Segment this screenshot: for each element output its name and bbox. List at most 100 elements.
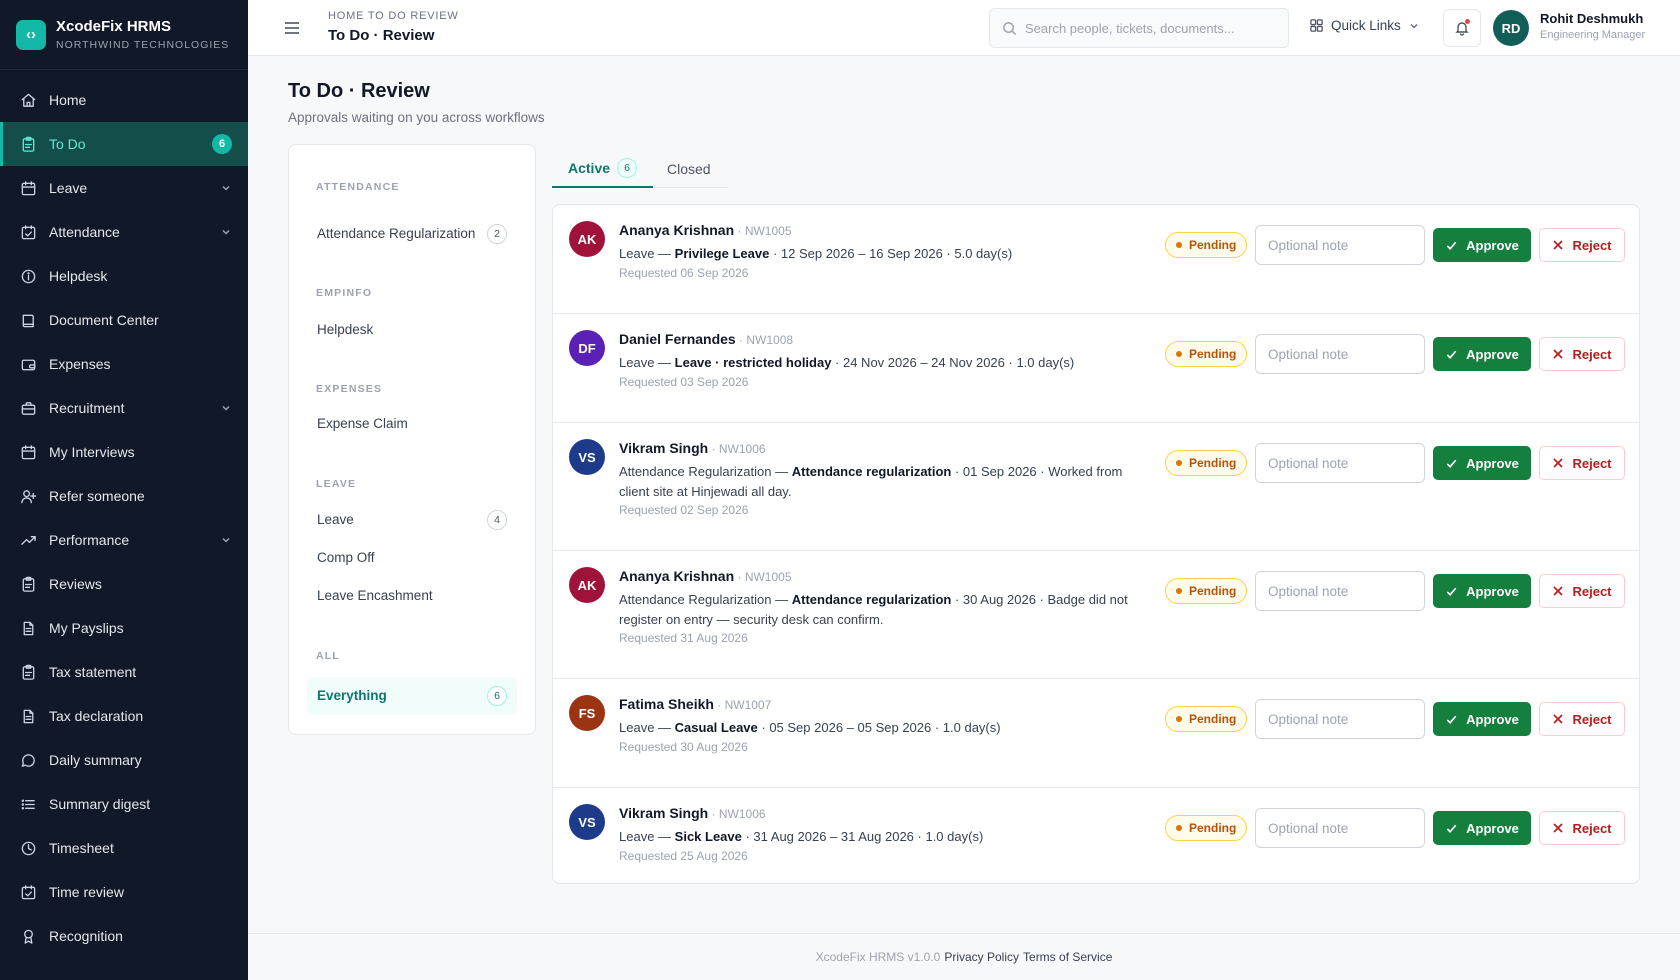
approve-label: Approve <box>1466 820 1519 836</box>
home-icon <box>19 91 37 109</box>
employee-id: NW1008 <box>746 333 794 347</box>
close-icon <box>1552 713 1564 725</box>
search-input[interactable] <box>1025 20 1265 36</box>
employee-name[interactable]: Vikram Singh · NW1006 <box>619 440 766 456</box>
sidebar-item-time-review[interactable]: Time review <box>0 870 248 914</box>
optional-note-input[interactable] <box>1255 571 1425 611</box>
request-detail: · 05 Sep 2026 – 05 Sep 2026 · 1.0 day(s) <box>757 720 1001 735</box>
status-badge: Pending <box>1165 232 1248 258</box>
sidebar-item-tax-declaration[interactable]: Tax declaration <box>0 694 248 738</box>
employee-name-text: Fatima Sheikh <box>619 696 714 712</box>
privacy-policy-link[interactable]: Privacy Policy <box>944 950 1019 964</box>
trending-up-icon <box>19 531 37 549</box>
request-type: Attendance Regularization <box>619 464 772 479</box>
chevron-down-icon <box>220 226 232 238</box>
request-description: Leave — Casual Leave · 05 Sep 2026 – 05 … <box>619 720 1001 735</box>
reject-button[interactable]: Reject <box>1539 811 1625 845</box>
reject-button[interactable]: Reject <box>1539 702 1625 736</box>
top-header: HOME TO DO REVIEW To Do · Review Quick L… <box>248 0 1680 56</box>
optional-note-input[interactable] <box>1255 225 1425 265</box>
sidebar-item-home[interactable]: Home <box>0 78 248 122</box>
menu-icon[interactable] <box>282 18 302 38</box>
approve-button[interactable]: Approve <box>1433 702 1531 736</box>
list-icon <box>19 795 37 813</box>
brand[interactable]: ‹› XcodeFix HRMS NORTHWIND TECHNOLOGIES <box>0 0 248 70</box>
employee-name[interactable]: Ananya Krishnan · NW1005 <box>619 222 792 238</box>
sidebar-item-helpdesk[interactable]: Helpdesk <box>0 254 248 298</box>
status-badge: Pending <box>1165 341 1248 367</box>
category-item-leave[interactable]: Leave 4 <box>307 503 517 537</box>
optional-note-input[interactable] <box>1255 699 1425 739</box>
footer: XcodeFix HRMS v1.0.0 Privacy Policy Term… <box>248 933 1680 980</box>
category-item-attendance-regularization[interactable]: Attendance Regularization 2 <box>307 211 517 257</box>
sidebar-item-recruitment[interactable]: Recruitment <box>0 386 248 430</box>
employee-name[interactable]: Ananya Krishnan · NW1005 <box>619 568 792 584</box>
category-item-leave-encashment[interactable]: Leave Encashment <box>307 579 517 613</box>
sidebar-item-refer-someone[interactable]: Refer someone <box>0 474 248 518</box>
sidebar-item-my-interviews[interactable]: My Interviews <box>0 430 248 474</box>
notification-dot <box>1465 19 1470 24</box>
reject-label: Reject <box>1572 711 1612 727</box>
user-avatar[interactable]: RD <box>1493 10 1529 46</box>
sidebar-item-document-center[interactable]: Document Center <box>0 298 248 342</box>
employee-name[interactable]: Daniel Fernandes · NW1008 <box>619 331 793 347</box>
approve-button[interactable]: Approve <box>1433 811 1531 845</box>
sidebar-item-my-payslips[interactable]: My Payslips <box>0 606 248 650</box>
sidebar-item-attendance[interactable]: Attendance <box>0 210 248 254</box>
approve-button[interactable]: Approve <box>1433 228 1531 262</box>
calendar-icon <box>19 179 37 197</box>
optional-note-input[interactable] <box>1255 443 1425 483</box>
sidebar-item-tax-statement[interactable]: Tax statement <box>0 650 248 694</box>
tab-closed[interactable]: Closed <box>651 150 727 188</box>
status-dot <box>1176 460 1182 466</box>
sidebar-item-to-do[interactable]: To Do 6 <box>0 122 248 166</box>
reject-button[interactable]: Reject <box>1539 574 1625 608</box>
sidebar-item-reviews[interactable]: Reviews <box>0 562 248 606</box>
notifications-button[interactable] <box>1443 9 1481 47</box>
sidebar-item-leave[interactable]: Leave <box>0 166 248 210</box>
sidebar-item-label: Daily summary <box>49 752 142 768</box>
category-item-expense-claim[interactable]: Expense Claim <box>307 407 517 441</box>
tab-active[interactable]: Active 6 <box>552 150 654 188</box>
optional-note-input[interactable] <box>1255 334 1425 374</box>
employee-id: NW1007 <box>724 698 772 712</box>
category-item-label: Everything <box>317 688 387 703</box>
employee-name[interactable]: Vikram Singh · NW1006 <box>619 805 766 821</box>
sidebar-item-recognition[interactable]: Recognition <box>0 914 248 958</box>
approval-row: FS Fatima Sheikh · NW1007 Leave — Casual L… <box>553 679 1639 788</box>
optional-note-input[interactable] <box>1255 808 1425 848</box>
approval-row: VS Vikram Singh · NW1006 Leave — Sick Leav… <box>553 788 1639 883</box>
status-badge: Pending <box>1165 450 1248 476</box>
category-item-label: Expense Claim <box>317 416 408 431</box>
approve-button[interactable]: Approve <box>1433 337 1531 371</box>
category-item-comp-off[interactable]: Comp Off <box>307 541 517 575</box>
status-dot <box>1176 242 1182 248</box>
approve-button[interactable]: Approve <box>1433 446 1531 480</box>
approval-list: AK Ananya Krishnan · NW1005 Leave — Privil… <box>552 204 1640 884</box>
sidebar-item-performance[interactable]: Performance <box>0 518 248 562</box>
employee-name[interactable]: Fatima Sheikh · NW1007 <box>619 696 771 712</box>
user-name[interactable]: Rohit Deshmukh <box>1540 11 1643 26</box>
quick-links-button[interactable]: Quick Links <box>1309 18 1420 33</box>
approve-button[interactable]: Approve <box>1433 574 1531 608</box>
check-icon <box>1445 822 1458 835</box>
reject-button[interactable]: Reject <box>1539 337 1625 371</box>
sidebar-item-summary-digest[interactable]: Summary digest <box>0 782 248 826</box>
approval-row: AK Ananya Krishnan · NW1005 Leave — Privil… <box>553 205 1639 314</box>
category-item-everything[interactable]: Everything 6 <box>307 677 517 715</box>
reject-button[interactable]: Reject <box>1539 228 1625 262</box>
approve-label: Approve <box>1466 711 1519 727</box>
avatar: AK <box>569 567 605 603</box>
sidebar-item-expenses[interactable]: Expenses <box>0 342 248 386</box>
sidebar-item-daily-summary[interactable]: Daily summary <box>0 738 248 782</box>
sidebar-item-timesheet[interactable]: Timesheet <box>0 826 248 870</box>
reject-label: Reject <box>1572 346 1612 362</box>
reject-button[interactable]: Reject <box>1539 446 1625 480</box>
terms-of-service-link[interactable]: Terms of Service <box>1023 950 1112 964</box>
request-detail: · 31 Aug 2026 – 31 Aug 2026 · 1.0 day(s) <box>741 829 984 844</box>
requested-date: Requested 03 Sep 2026 <box>619 375 749 389</box>
sidebar-item-label: Performance <box>49 532 130 548</box>
category-item-helpdesk[interactable]: Helpdesk <box>307 313 517 347</box>
request-description: Attendance Regularization — Attendance r… <box>619 592 1128 627</box>
category-group-label: ATTENDANCE <box>316 181 400 193</box>
